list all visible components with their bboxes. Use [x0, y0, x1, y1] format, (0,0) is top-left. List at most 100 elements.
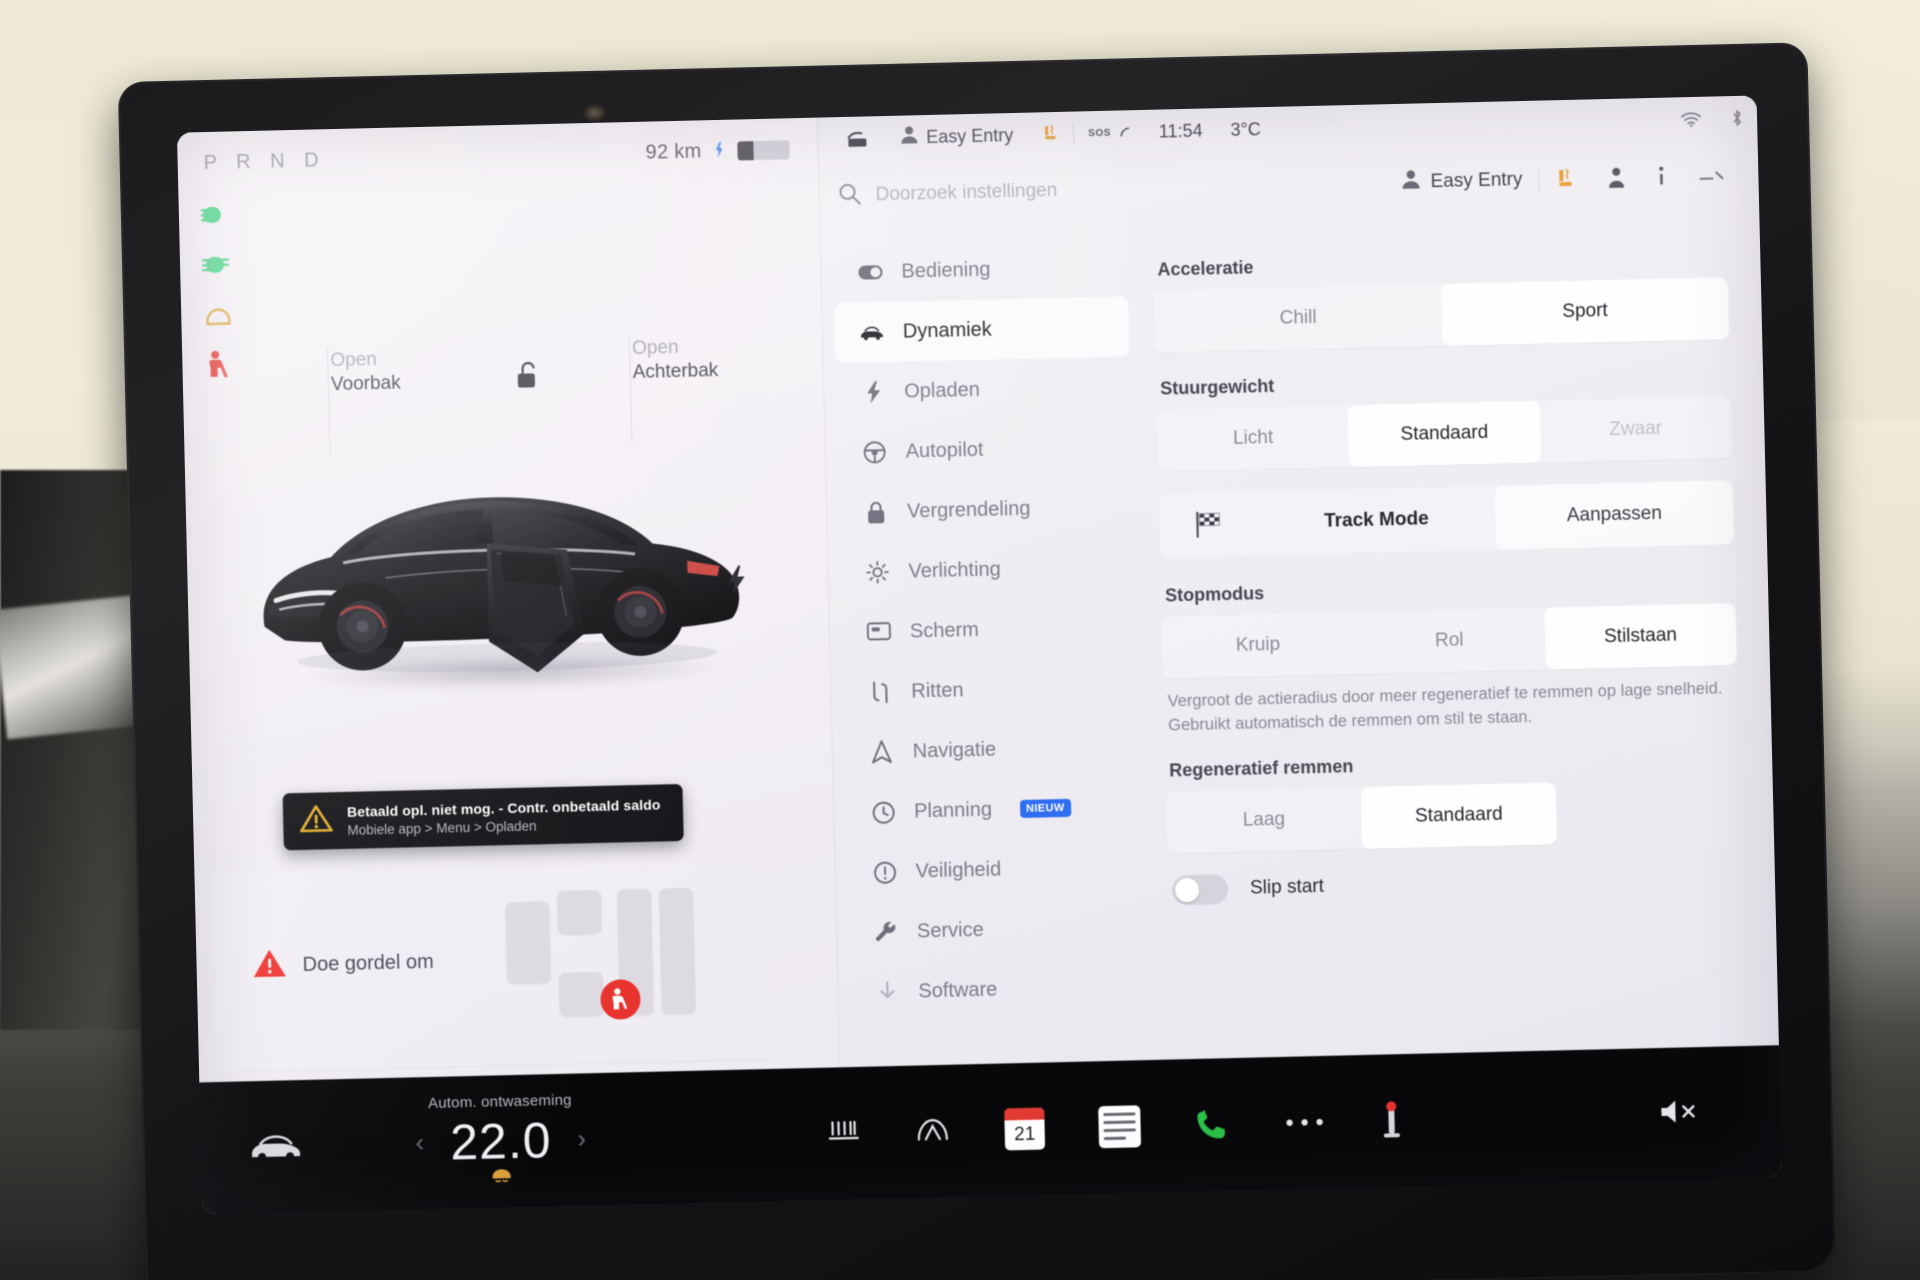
charging-warning-toast[interactable]: Betaald opl. niet mog. - Contr. onbetaal… [282, 783, 684, 851]
open-front-trunk-label[interactable]: Open Voorbak [330, 348, 401, 398]
unlocked-padlock-icon[interactable] [514, 359, 541, 397]
stopmodus-description: Vergroot de actieradius door meer regene… [1167, 679, 1723, 735]
calendar-icon[interactable]: 21 [1004, 1107, 1046, 1151]
range-text: 92 km [645, 140, 702, 164]
charge-port-bolt-icon[interactable] [725, 564, 748, 602]
settings-panel: Easy Entry SOS 11:54 3°C Doorzoek instel… [816, 95, 1780, 1068]
trunk-open-icon[interactable] [832, 116, 887, 161]
stopmodus-option-stilstaan[interactable]: Stilstaan [1544, 603, 1737, 670]
open-rear-trunk-label[interactable]: Open Achterbak [632, 335, 719, 386]
sidebar-item-label: Ritten [911, 678, 964, 703]
more-dots-icon[interactable] [1284, 1116, 1324, 1129]
sidebar-item-label: Dynamiek [902, 318, 992, 343]
stopmodus-segmented-control[interactable]: Kruip Rol Stilstaan [1161, 603, 1737, 679]
battery-icon [737, 140, 790, 161]
sidebar-item-service[interactable]: Service [848, 896, 1143, 963]
info-icon[interactable] [1641, 164, 1682, 189]
keyboard-icon[interactable] [1098, 1105, 1142, 1149]
regeneratief-option-standaard[interactable]: Standaard [1360, 782, 1558, 849]
sidebar-item-ritten[interactable]: Ritten [843, 656, 1138, 723]
seat-rear-bench-2 [658, 887, 696, 1015]
sidebar-item-bediening[interactable]: Bediening [833, 236, 1128, 303]
chevron-right-icon[interactable]: › [577, 1123, 586, 1154]
car-controls-button[interactable] [201, 1130, 352, 1164]
stuurgewicht-title: Stuurgewicht [1160, 375, 1275, 399]
wrench-icon [873, 920, 900, 944]
stuurgewicht-option-standaard[interactable]: Standaard [1348, 400, 1541, 468]
sidebar-item-label: Service [916, 918, 984, 942]
sos-label: SOS [1088, 127, 1111, 139]
acceleratie-option-sport[interactable]: Sport [1440, 277, 1730, 346]
sidebar-item-verlichting[interactable]: Verlichting [840, 536, 1135, 603]
sidebar-item-label: Bediening [901, 258, 991, 283]
stopmodus-option-rol[interactable]: Rol [1353, 608, 1546, 674]
slip-start-row[interactable]: Slip start [1168, 862, 1743, 906]
sidebar-item-software[interactable]: Software [850, 956, 1145, 1023]
hood-open-icon [203, 297, 240, 332]
track-mode-adjust-button[interactable]: Aanpassen [1494, 480, 1735, 550]
sos-button[interactable]: SOS [1074, 110, 1146, 156]
sidebar-item-label: Navigatie [912, 738, 997, 763]
padlock-icon [863, 501, 890, 525]
wiper-icon[interactable] [914, 1117, 951, 1146]
sidebar-item-label: Veiligheid [915, 857, 1002, 882]
settings-body: Bediening Dynamiek Opladen Autopilot Ver… [821, 213, 1780, 1067]
sidebar-item-navigatie[interactable]: Navigatie [844, 716, 1139, 783]
touchscreen[interactable]: P R N D 92 km Open Voorbak Open Achterba… [176, 95, 1783, 1215]
outside-temperature[interactable]: 3°C [1216, 107, 1275, 152]
chevron-left-icon[interactable]: ‹ [415, 1127, 424, 1158]
regeneratief-title: Regeneratief remmen [1169, 756, 1354, 781]
regeneratief-option-laag[interactable]: Laag [1166, 787, 1362, 854]
sidebar-item-autopilot[interactable]: Autopilot [837, 416, 1132, 483]
gear-indicator: P R N D [203, 149, 326, 175]
volume-mute-icon[interactable] [1657, 1096, 1704, 1132]
bluetooth-icon[interactable] [1716, 95, 1759, 140]
settings-menu-list: Bediening Dynamiek Opladen Autopilot Ver… [821, 228, 1159, 1067]
navigation-arrow-icon [868, 740, 895, 765]
seatbelt-warning-card[interactable]: Doe gordel om [208, 864, 769, 1074]
slip-start-toggle[interactable] [1171, 873, 1229, 906]
vehicle-render[interactable] [232, 418, 798, 711]
acceleratie-title: Acceleratie [1157, 257, 1254, 280]
settings-profile-chip[interactable]: Easy Entry [1401, 166, 1540, 196]
tesla-center-display: P R N D 92 km Open Voorbak Open Achterba… [117, 42, 1837, 1280]
wifi-icon[interactable] [1666, 96, 1717, 141]
range-battery-group: 92 km [645, 138, 790, 164]
track-mode-row[interactable]: Track Mode Aanpassen [1158, 480, 1735, 558]
climate-control[interactable]: Autom. ontwaseming ‹ 22.0 › [350, 1089, 652, 1193]
seat-heater-icon[interactable] [1539, 166, 1592, 191]
profile-name: Easy Entry [926, 124, 1014, 147]
phone-icon[interactable] [1194, 1107, 1231, 1142]
alert-circle-icon [871, 860, 898, 884]
sidebar-item-scherm[interactable]: Scherm [841, 596, 1136, 663]
driver-profile-icon[interactable] [1591, 166, 1642, 189]
volume-control[interactable] [1580, 1094, 1781, 1134]
new-badge: NIEUW [1019, 798, 1071, 819]
seat-heater-icon[interactable] [826, 1118, 861, 1149]
sidebar-item-planning[interactable]: Planning NIEUW [845, 776, 1140, 843]
regeneratief-segmented-control[interactable]: Laag Standaard [1165, 782, 1558, 854]
sidebar-item-opladen[interactable]: Opladen [836, 356, 1131, 423]
sidebar-item-label: Verlichting [908, 557, 1002, 583]
stopmodus-option-kruip[interactable]: Kruip [1162, 612, 1355, 678]
stopmodus-title: Stopmodus [1164, 583, 1265, 606]
acceleratie-option-chill[interactable]: Chill [1154, 284, 1442, 353]
sidebar-item-dynamiek[interactable]: Dynamiek [834, 296, 1130, 364]
stuurgewicht-option-licht[interactable]: Licht [1157, 405, 1350, 471]
stuurgewicht-segmented-control[interactable]: Licht Standaard Zwaar [1156, 396, 1733, 472]
warning-triangle-icon [299, 803, 334, 839]
sidebar-item-veiligheid[interactable]: Veiligheid [847, 836, 1142, 903]
acceleratie-segmented-control[interactable]: Chill Sport [1153, 277, 1730, 353]
climate-temperature[interactable]: 22.0 [449, 1111, 552, 1171]
stuurgewicht-option-zwaar[interactable]: Zwaar [1539, 396, 1732, 462]
profile-indicator[interactable]: Easy Entry [886, 113, 1028, 160]
collapse-panel-icon[interactable] [1681, 164, 1742, 187]
car-side-icon [859, 325, 885, 341]
media-icon[interactable] [1378, 1100, 1405, 1141]
sidebar-item-vergrendeling[interactable]: Vergrendeling [838, 476, 1133, 543]
search-input[interactable]: Doorzoek instellingen [837, 168, 1402, 210]
seat-heater-icon[interactable] [1027, 112, 1074, 157]
sos-signal-icon [1119, 122, 1131, 143]
clock[interactable]: 11:54 [1144, 108, 1217, 154]
seat-layout-diagram [505, 881, 741, 1046]
